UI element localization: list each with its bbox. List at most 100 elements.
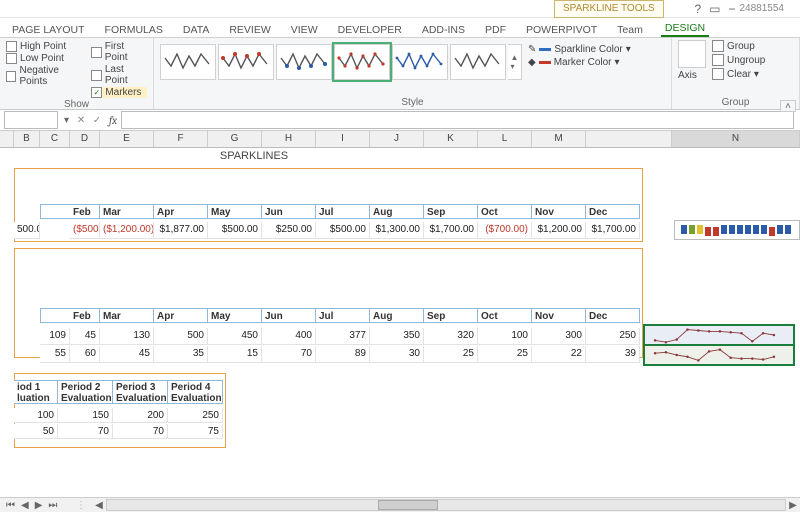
cell-p2a[interactable]: 150 <box>58 408 113 423</box>
sheet-nav-prev[interactable]: ◀ <box>21 500 29 511</box>
chk-last-point[interactable]: Last Point <box>91 64 147 86</box>
line-sparkline-a[interactable] <box>644 325 794 345</box>
group-button[interactable]: Group <box>712 40 755 52</box>
cell-dec-cur[interactable]: $1,700.00 <box>586 222 640 239</box>
hdr-may-2[interactable]: May <box>208 308 262 323</box>
cell-b1[interactable]: 60 <box>70 346 100 363</box>
tab-design[interactable]: DESIGN <box>661 21 709 37</box>
line-sparkline-b[interactable] <box>644 345 794 365</box>
cell-oct-cur[interactable]: ($700.00) <box>478 222 532 239</box>
tab-formulas[interactable]: FORMULAS <box>101 23 167 37</box>
tab-data[interactable]: DATA <box>179 23 213 37</box>
sheet-nav-first[interactable]: ⏮ <box>6 500 15 511</box>
tab-addins[interactable]: ADD-INS <box>418 23 469 37</box>
horizontal-scrollbar[interactable]: ⏮ ◀ ▶ ⏭ ⋮ ◀ ▶ <box>0 497 800 512</box>
cell-b6[interactable]: 89 <box>316 346 370 363</box>
hdr-nov-1[interactable]: Nov <box>532 204 586 219</box>
style-thumb-5[interactable] <box>392 44 448 80</box>
hdr-oct-2[interactable]: Oct <box>478 308 532 323</box>
hdr-oct-1[interactable]: Oct <box>478 204 532 219</box>
restore-icon[interactable]: ▭ <box>709 2 720 16</box>
cell-apr-cur[interactable]: $1,877.00 <box>154 222 208 239</box>
col-B[interactable]: B <box>14 131 40 147</box>
hdr-period3[interactable]: Period 3 Evaluation <box>113 380 168 404</box>
scroll-thumb[interactable] <box>378 500 438 510</box>
tab-developer[interactable]: DEVELOPER <box>334 23 406 37</box>
cell-a6[interactable]: 377 <box>316 328 370 345</box>
formula-input[interactable] <box>121 111 794 129</box>
sheet-nav-last[interactable]: ⏭ <box>48 500 57 511</box>
fx-icon[interactable]: fx <box>105 114 121 127</box>
winloss-sparkline[interactable] <box>674 220 800 240</box>
sparkline-color-button[interactable]: ✎Sparkline Color ▾ <box>528 44 631 55</box>
hdr-jun-2[interactable]: Jun <box>262 308 316 323</box>
cell-b10[interactable]: 22 <box>532 346 586 363</box>
hdr-jun-1[interactable]: Jun <box>262 204 316 219</box>
cell-mar-cur[interactable]: ($1,200.00) <box>100 222 154 239</box>
hdr-may-1[interactable]: May <box>208 204 262 219</box>
style-thumb-6[interactable] <box>450 44 506 80</box>
col-M[interactable]: M <box>532 131 586 147</box>
cell-jan-cur[interactable]: 500.00 <box>14 222 40 239</box>
worksheet-grid[interactable]: SPARKLINES Feb Mar Apr May Jun Jul Aug S… <box>0 148 800 488</box>
chk-low-point[interactable]: Low Point <box>6 53 85 64</box>
clear-button[interactable]: Clear ▾ <box>712 68 759 80</box>
ribbon-collapse-icon[interactable]: ˄ <box>780 100 796 112</box>
name-box-dropdown[interactable]: ▾ <box>60 115 73 126</box>
col-N[interactable]: N <box>672 131 800 147</box>
scroll-right[interactable]: ▶ <box>786 500 800 511</box>
cell-b9[interactable]: 25 <box>478 346 532 363</box>
chk-negative-points[interactable]: Negative Points <box>6 65 85 87</box>
hdr-jul-2[interactable]: Jul <box>316 308 370 323</box>
hdr-feb-2[interactable]: Feb <box>70 308 100 323</box>
col-E[interactable]: E <box>100 131 154 147</box>
col-I[interactable]: I <box>316 131 370 147</box>
cell-sep-cur[interactable]: $1,700.00 <box>424 222 478 239</box>
scroll-track[interactable] <box>106 499 786 511</box>
hdr-sep-1[interactable]: Sep <box>424 204 478 219</box>
tab-pdf[interactable]: PDF <box>481 23 510 37</box>
hdr-dec-2[interactable]: Dec <box>586 308 640 323</box>
sheet-nav-next[interactable]: ▶ <box>35 500 43 511</box>
cell-a9[interactable]: 100 <box>478 328 532 345</box>
hdr-mar-1[interactable]: Mar <box>100 204 154 219</box>
hdr-dec-1[interactable]: Dec <box>586 204 640 219</box>
cell-b4[interactable]: 15 <box>208 346 262 363</box>
hdr-feb-1[interactable]: Feb <box>70 204 100 219</box>
axis-button[interactable]: Axis <box>678 40 706 81</box>
cell-p4a[interactable]: 250 <box>168 408 223 423</box>
cell-aug-cur[interactable]: $1,300.00 <box>370 222 424 239</box>
cell-b5[interactable]: 70 <box>262 346 316 363</box>
hdr-apr-1[interactable]: Apr <box>154 204 208 219</box>
cell-p3b[interactable]: 70 <box>113 424 168 439</box>
minimize-icon[interactable]: − <box>728 2 735 16</box>
col-J[interactable]: J <box>370 131 424 147</box>
cell-b8[interactable]: 25 <box>424 346 478 363</box>
col-F[interactable]: F <box>154 131 208 147</box>
style-gallery-more[interactable]: ▲▾ <box>508 44 522 80</box>
tab-team[interactable]: Team <box>613 23 647 37</box>
tab-view[interactable]: VIEW <box>287 23 322 37</box>
cancel-button[interactable]: ✕ <box>73 115 89 126</box>
style-thumb-4[interactable] <box>334 44 390 80</box>
hdr-jul-1[interactable]: Jul <box>316 204 370 219</box>
col-D[interactable]: D <box>70 131 100 147</box>
cell-a3[interactable]: 500 <box>154 328 208 345</box>
cell-jul-cur[interactable]: $500.00 <box>316 222 370 239</box>
cell-a11[interactable]: 250 <box>586 328 640 345</box>
cell-p1b[interactable]: 50 <box>14 424 58 439</box>
cell-jun-cur[interactable]: $250.00 <box>262 222 316 239</box>
cell-feb-cur[interactable]: ($500.00) <box>70 222 100 239</box>
col-C[interactable]: C <box>40 131 70 147</box>
cell-may-cur[interactable]: $500.00 <box>208 222 262 239</box>
cell-p3a[interactable]: 200 <box>113 408 168 423</box>
hdr-sep-2[interactable]: Sep <box>424 308 478 323</box>
scroll-left[interactable]: ◀ <box>92 500 106 511</box>
cell-p4b[interactable]: 75 <box>168 424 223 439</box>
hdr-apr-2[interactable]: Apr <box>154 308 208 323</box>
chk-high-point[interactable]: High Point <box>6 41 85 52</box>
cell-b11[interactable]: 39 <box>586 346 640 363</box>
chk-first-point[interactable]: First Point <box>91 41 147 63</box>
col-G[interactable]: G <box>208 131 262 147</box>
cell-p2b[interactable]: 70 <box>58 424 113 439</box>
